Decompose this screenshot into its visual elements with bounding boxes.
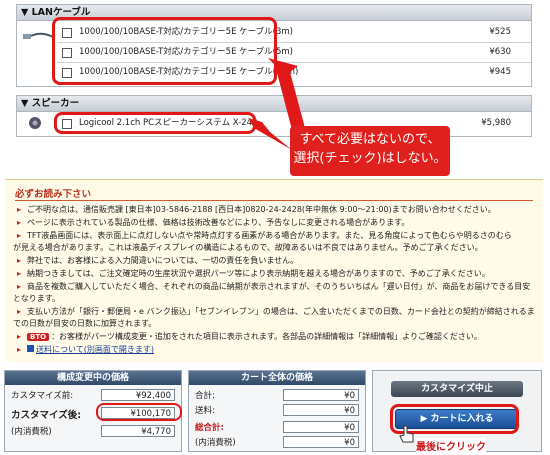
notice-section: 必ずお読み下さい ▸ ご不明な点は、通信販売課 [東日本]03-5846-2188…: [5, 179, 543, 362]
hand-cursor-icon: [398, 424, 416, 447]
bto-badge: BTO: [27, 333, 50, 341]
base-price-value: ¥92,400: [101, 389, 175, 401]
subtotal-label: 合計:: [195, 391, 215, 401]
notice-divider: [15, 200, 533, 201]
notice-line: ▸ BTO ：お客様がパーツ構成変更・追加をされた項目に表示されます。各部品の詳細情…: [17, 332, 482, 341]
cart-price-panel: カート全体の価格 合計: ¥0 送料: ¥0 総合計: ¥0 (内消費税) ¥0: [188, 370, 366, 452]
cart-tax-label: (内消費税): [195, 438, 236, 448]
price-tax-value: ¥4,770: [101, 425, 175, 437]
price-tax-label: (内消費税): [11, 427, 52, 437]
notice-line: ▸ ページに表示されている製品の仕様、価格は技術改善などにより、予告なしに変更され…: [17, 218, 410, 227]
cart-tax-value: ¥0: [283, 436, 359, 448]
bullet-icon: ▸: [17, 256, 22, 265]
after-price-label: カスタマイズ後:: [11, 410, 82, 421]
bullet-icon: ▸: [17, 231, 22, 240]
cart-panel-title: カート全体の価格: [189, 371, 365, 385]
total-value: ¥0: [283, 421, 359, 433]
base-price-label: カスタマイズ前:: [11, 391, 74, 401]
shipping-label: 送料:: [195, 406, 215, 416]
total-label: 総合計:: [195, 423, 224, 433]
bullet-icon: ▸: [17, 345, 22, 354]
bullet-icon: ▸: [17, 307, 22, 316]
notice-line: ▸ 弊社では、お客様による入力間違いについては、一切の責任を負いません。: [17, 256, 299, 265]
notice-line: ▸ 支払い方法が「銀行・郵便局・e バンク振込」「セブンイレブン」の場合は、ご入金…: [17, 307, 535, 316]
callout-line-2: 選択(チェック)はしない。: [293, 151, 447, 166]
bullet-icon: ▸: [17, 282, 22, 291]
callout-line-1: すべて必要はないので、: [299, 132, 441, 147]
notice-line: が見える場合があります。これは液晶ディスプレイの構造によるもので、故障あるいは不…: [13, 243, 483, 252]
annotation-arrows: [248, 58, 305, 150]
notice-line: ▸ 納期つきましては、ご注文確定時の生産状況や選択パーツ等により表示納期を越える場…: [17, 269, 490, 278]
annotation-box-price: [96, 403, 182, 421]
cancel-customize-button[interactable]: カスタマイズ中止: [391, 381, 523, 397]
price-panel-title: 構成変更中の価格: [5, 371, 181, 385]
shipping-value: ¥0: [283, 404, 359, 416]
notice-line: での日数が目安の日数に加算されます。: [13, 319, 157, 328]
shipping-link[interactable]: ▸ 送料について(別画面で開きます): [17, 344, 543, 355]
notice-title: 必ずお読み下さい: [15, 189, 92, 200]
last-click-label: 最後にクリック: [416, 438, 486, 453]
window-icon: [27, 345, 34, 352]
notice-line: ▸ ご不明な点は、通信販売課 [東日本]03-5846-2188 [西日本]082…: [17, 205, 496, 214]
notice-line: ▸ 商品を複数ご購入していただく場合、それぞれの商品に納期が表示されますが、そのう…: [17, 282, 531, 291]
subtotal-value: ¥0: [283, 389, 359, 401]
bullet-icon: ▸: [17, 218, 22, 227]
annotation-callout: すべて必要はないので、 選択(チェック)はしない。: [290, 126, 450, 176]
bullet-icon: ▸: [17, 332, 22, 341]
notice-line: ▸ TFT液晶画面には、表示面上に点灯しない点や常時点灯する画素がある場合がありま…: [17, 231, 512, 240]
notice-line: となります。: [13, 294, 60, 303]
bullet-icon: ▸: [17, 269, 22, 278]
bullet-icon: ▸: [17, 205, 22, 214]
